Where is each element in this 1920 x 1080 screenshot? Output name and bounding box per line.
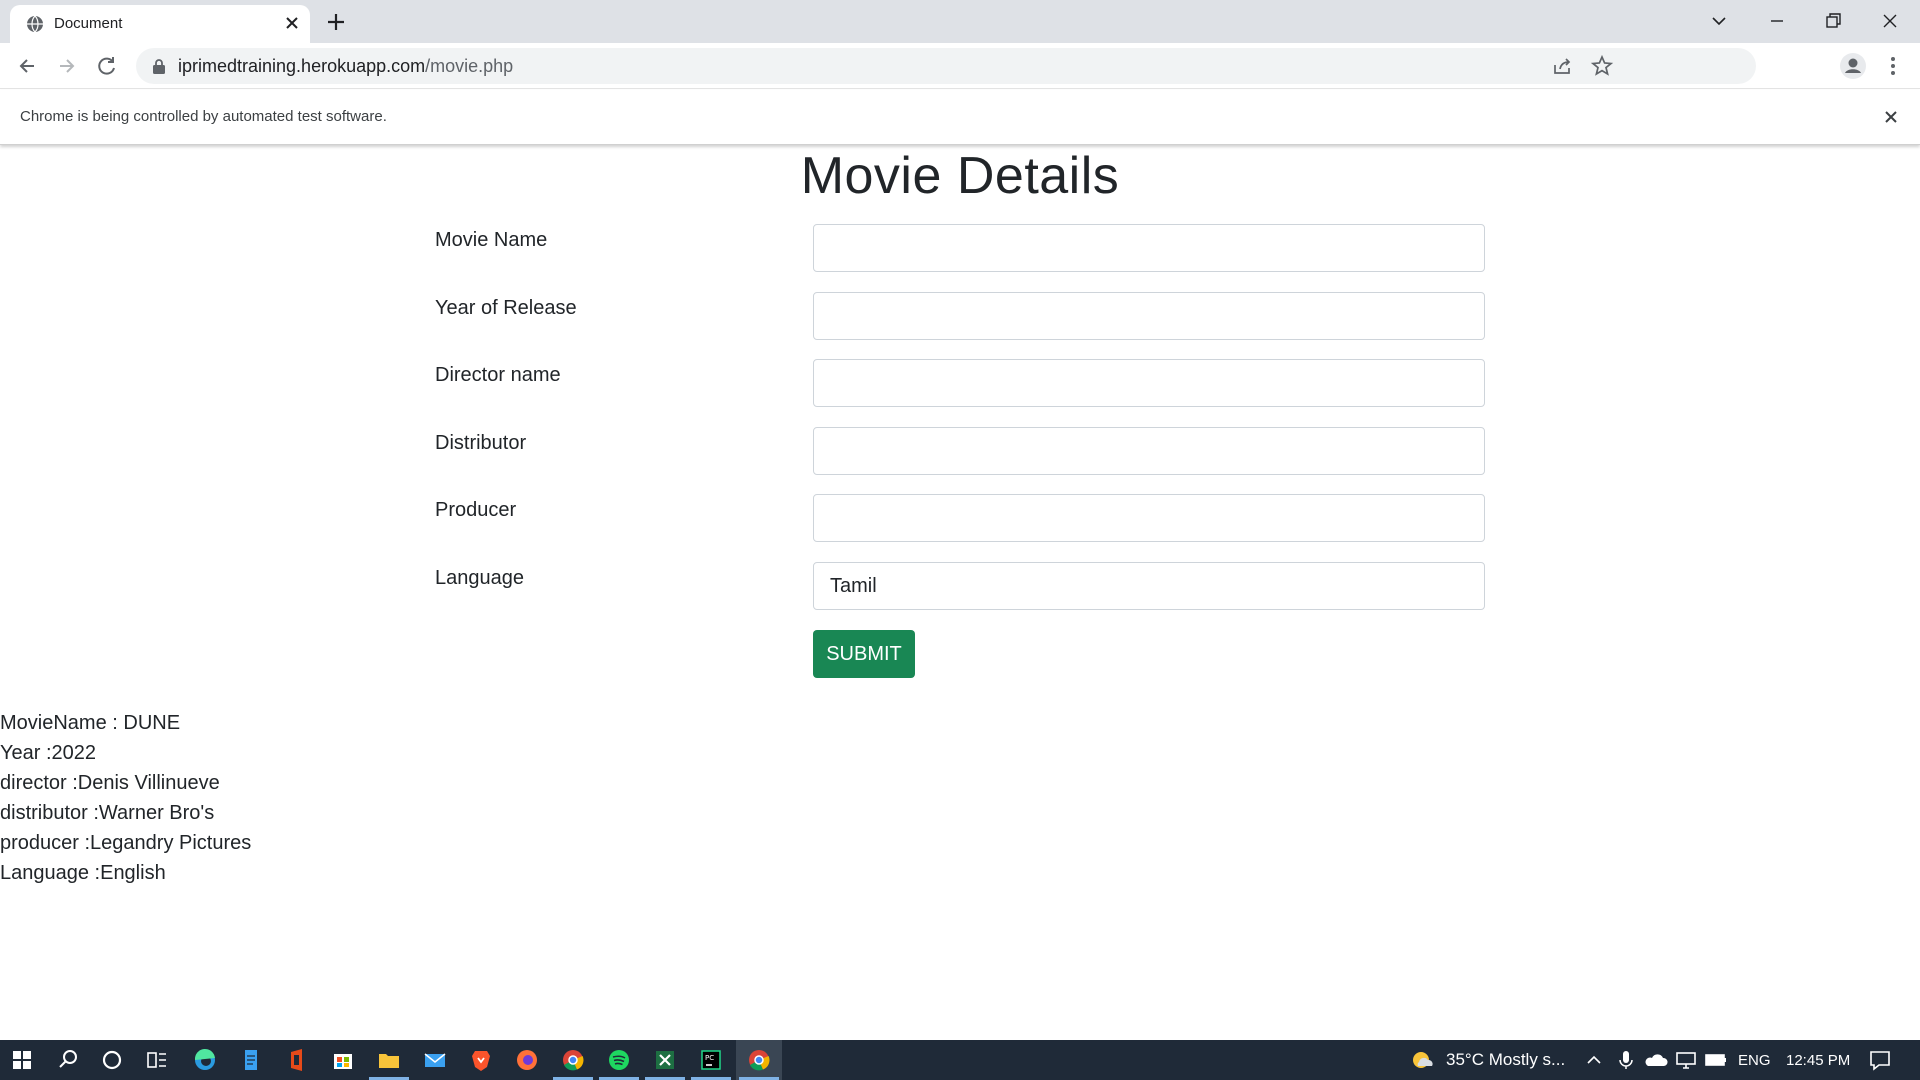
browser-toolbar: iprimedtraining.herokuapp.com/movie.php xyxy=(0,43,1920,89)
movie-name-input[interactable] xyxy=(813,224,1485,272)
cortana-icon[interactable] xyxy=(98,1046,126,1074)
new-tab-icon[interactable] xyxy=(324,10,348,34)
url-text[interactable]: iprimedtraining.herokuapp.com/movie.php xyxy=(178,56,513,77)
distributor-input[interactable] xyxy=(813,427,1485,475)
close-icon[interactable] xyxy=(1880,106,1902,128)
tab-title: Document xyxy=(54,15,123,32)
weather-sun-icon[interactable] xyxy=(1408,1046,1436,1074)
notepad-icon[interactable] xyxy=(237,1046,265,1074)
mail-icon[interactable] xyxy=(421,1046,449,1074)
chevron-up-icon[interactable] xyxy=(1580,1046,1608,1074)
reload-icon[interactable] xyxy=(92,51,122,81)
director-name-input[interactable] xyxy=(813,359,1485,407)
minimize-icon[interactable] xyxy=(1764,8,1790,34)
language-input[interactable] xyxy=(813,562,1485,610)
year-of-release-input[interactable] xyxy=(813,292,1485,340)
notification-icon[interactable] xyxy=(1866,1046,1894,1074)
weather-text[interactable]: 35°C Mostly s... xyxy=(1446,1050,1565,1070)
spotify-icon[interactable] xyxy=(605,1046,633,1074)
share-icon[interactable] xyxy=(1550,54,1574,78)
network-icon[interactable] xyxy=(1672,1046,1700,1074)
chrome-automation-icon[interactable] xyxy=(745,1046,773,1074)
windows-taskbar: PC 35°C Mostly s... ENG 12:45 PM xyxy=(0,1040,1920,1080)
producer-label: Producer xyxy=(435,499,517,521)
browser-tab[interactable]: Document xyxy=(10,5,310,43)
pycharm-icon[interactable]: PC xyxy=(697,1046,725,1074)
windows-start-icon[interactable] xyxy=(8,1046,36,1074)
profile-avatar-icon[interactable] xyxy=(1838,51,1868,81)
close-window-icon[interactable] xyxy=(1877,8,1903,34)
excel-icon[interactable] xyxy=(651,1046,679,1074)
task-view-icon[interactable] xyxy=(143,1046,171,1074)
result-producer: producer :Legandry Pictures xyxy=(0,832,252,854)
forward-arrow-icon[interactable] xyxy=(52,51,82,81)
menu-kebab-icon[interactable] xyxy=(1878,51,1908,81)
result-language: Language :English xyxy=(0,862,166,884)
result-movie-name: MovieName : DUNE xyxy=(0,712,181,734)
automation-infobar: Chrome is being controlled by automated … xyxy=(0,90,1920,145)
director-name-label: Director name xyxy=(435,364,561,386)
search-icon[interactable] xyxy=(54,1046,82,1074)
close-tab-icon[interactable] xyxy=(282,13,302,33)
restore-icon[interactable] xyxy=(1820,8,1846,34)
lock-icon[interactable] xyxy=(152,58,166,74)
svg-text:PC: PC xyxy=(705,1054,714,1062)
brave-browser-icon[interactable] xyxy=(467,1046,495,1074)
back-arrow-icon[interactable] xyxy=(12,51,42,81)
url-path: /movie.php xyxy=(425,56,514,76)
language-label: Language xyxy=(435,567,524,589)
globe-icon xyxy=(27,15,43,33)
distributor-label: Distributor xyxy=(435,432,527,454)
address-bar[interactable]: iprimedtraining.herokuapp.com/movie.php xyxy=(136,48,1756,84)
infobar-message: Chrome is being controlled by automated … xyxy=(20,108,387,125)
clock-time[interactable]: 12:45 PM xyxy=(1786,1052,1850,1069)
input-language[interactable]: ENG xyxy=(1738,1052,1771,1069)
office-icon[interactable] xyxy=(283,1046,311,1074)
submit-button[interactable]: SUBMIT xyxy=(813,630,915,678)
file-explorer-icon[interactable] xyxy=(375,1046,403,1074)
chrome-icon[interactable] xyxy=(559,1046,587,1074)
year-of-release-label: Year of Release xyxy=(435,297,577,319)
firefox-icon[interactable] xyxy=(513,1046,541,1074)
url-host: iprimedtraining.herokuapp.com xyxy=(178,56,426,76)
edge-browser-icon[interactable] xyxy=(191,1046,219,1074)
movie-name-label: Movie Name xyxy=(435,229,548,251)
tab-search-chevron-icon[interactable] xyxy=(1706,8,1732,34)
bookmark-star-icon[interactable] xyxy=(1590,54,1614,78)
tab-strip: Document xyxy=(0,0,1920,43)
result-year: Year :2022 xyxy=(0,742,97,764)
onedrive-cloud-icon[interactable] xyxy=(1642,1046,1670,1074)
page-title: Movie Details xyxy=(800,147,1120,205)
microphone-icon[interactable] xyxy=(1612,1046,1640,1074)
result-distributor: distributor :Warner Bro's xyxy=(0,802,215,824)
producer-input[interactable] xyxy=(813,494,1485,542)
microsoft-store-icon[interactable] xyxy=(329,1046,357,1074)
result-director: director :Denis Villinueve xyxy=(0,772,220,794)
battery-icon[interactable] xyxy=(1702,1046,1730,1074)
